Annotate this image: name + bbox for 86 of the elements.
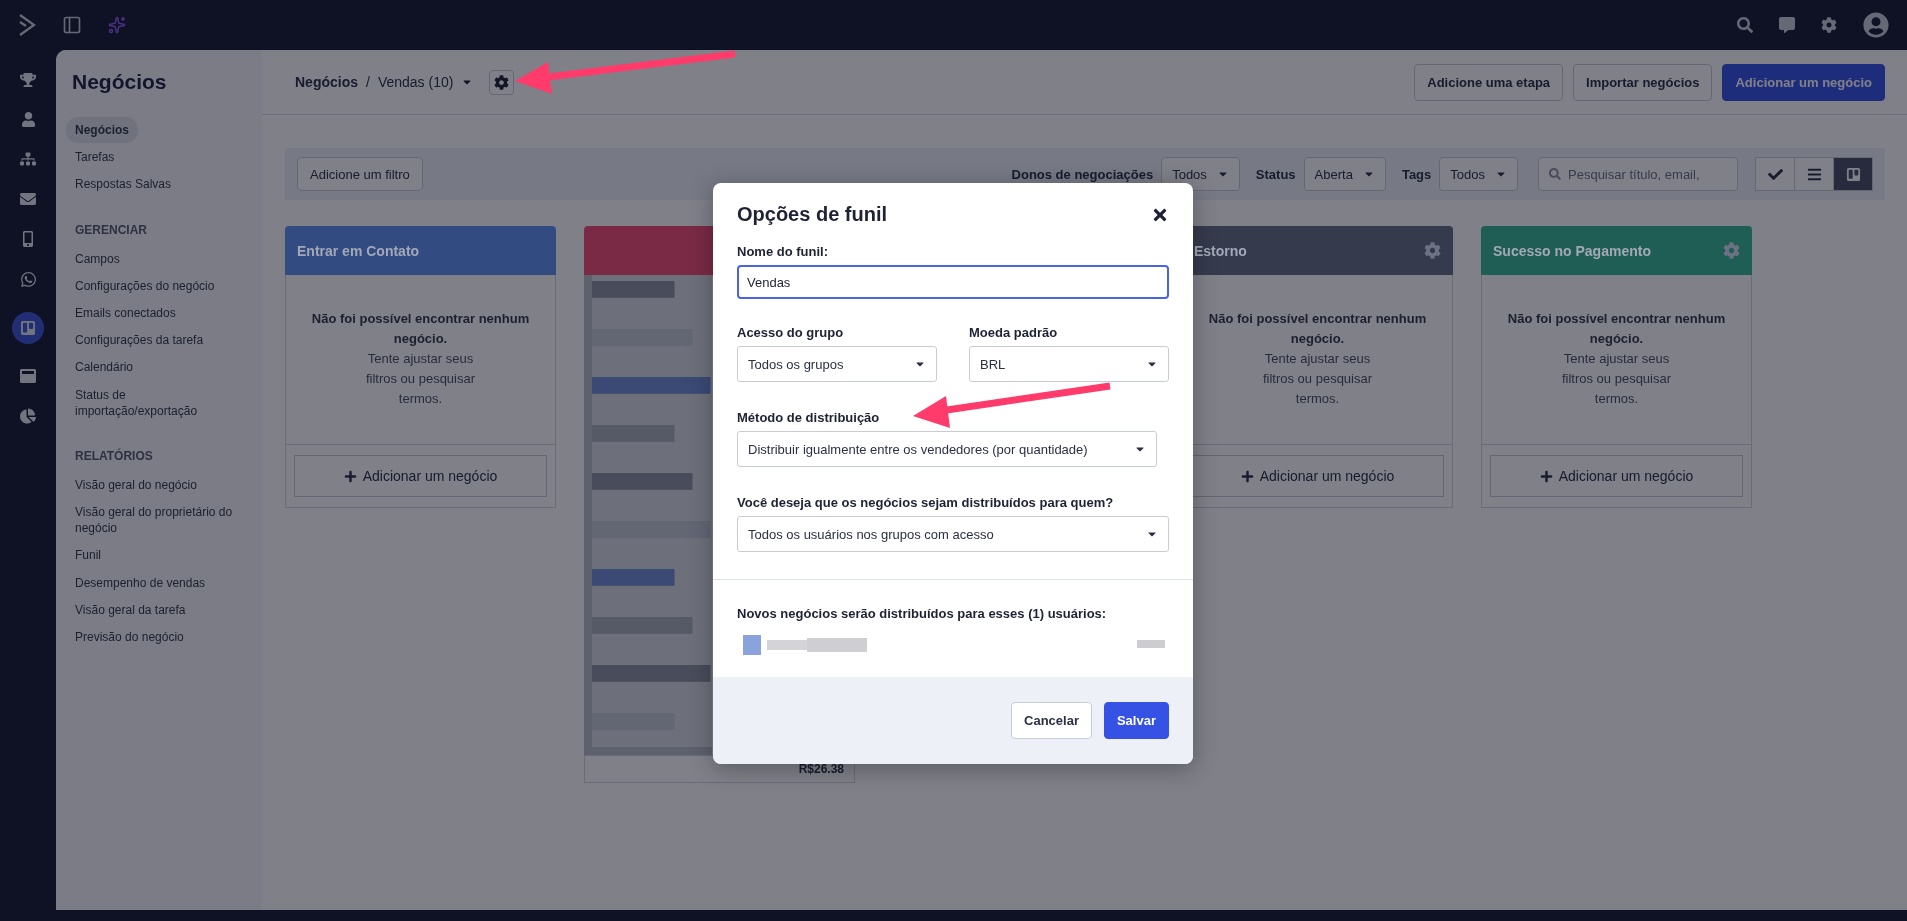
view-toggle[interactable] (1833, 157, 1873, 191)
trophy-icon[interactable] (20, 72, 36, 88)
sidebar-item[interactable]: Previsão do negócio (66, 624, 193, 651)
empty-hint: Tente ajustar seus filtros ou pesquisar termos. (1560, 350, 1673, 408)
sidebar-item[interactable]: Visão geral da tarefa (66, 596, 195, 623)
sidebar-item[interactable]: Visão geral do negócio (66, 471, 206, 499)
filter-label: Donos de negociações (1011, 166, 1154, 182)
add-deal-button[interactable]: Adicionar um negócio (1191, 455, 1444, 497)
plus-icon (1539, 469, 1553, 483)
sidebar-item[interactable]: Configurações da tarefa (66, 327, 213, 354)
breadcrumb-separator: / (366, 74, 370, 90)
header-button[interactable]: Adicionar um negócio (1722, 63, 1885, 101)
empty-title: Não foi possível encontrar nenhum negócio. (1207, 310, 1428, 348)
breadcrumb-link[interactable]: Negócios (295, 74, 358, 90)
settings-icon (494, 74, 510, 90)
sidebar-item[interactable]: Visão geral do proprietário do negócio (66, 499, 246, 542)
check-icon (1767, 166, 1783, 182)
sidebar-item[interactable]: Tarefas (66, 144, 124, 171)
phone-icon[interactable] (20, 231, 36, 247)
select-field[interactable]: Distribuir igualmente entre os vendedores (por quantidade) (737, 431, 1157, 467)
empty-title: Não foi possível encontrar nenhum negócio. (1506, 310, 1727, 348)
empty-hint: Tente ajustar seus filtros ou pesquisar termos. (1261, 350, 1374, 408)
sidebar-item[interactable]: Negócios (66, 117, 138, 144)
board-icon (1845, 166, 1861, 182)
settings-button[interactable] (489, 69, 515, 95)
header-button[interactable]: Importar negócios (1573, 63, 1713, 101)
sidebar-item[interactable]: Emails conectados (66, 299, 185, 327)
header-button[interactable]: Adicione uma etapa (1414, 63, 1564, 101)
select-field[interactable]: Todos os usuários nos grupos com acesso (737, 516, 1169, 552)
whatsapp-icon[interactable] (19, 271, 37, 288)
board-nav-button[interactable] (12, 312, 44, 344)
settings-icon[interactable] (1821, 17, 1837, 33)
chat-icon[interactable] (1779, 17, 1795, 33)
window-icon[interactable] (20, 368, 36, 384)
view-toggle[interactable] (1755, 157, 1795, 191)
column-header: Sucesso no Pagamento (1481, 226, 1752, 275)
field-label: Você deseja que os negócios sejam distribuídos para quem? (737, 495, 1115, 510)
search-field[interactable]: Pesquisar título, email, (1538, 157, 1738, 191)
plus-icon (1240, 469, 1254, 483)
settings-icon[interactable] (1424, 242, 1441, 259)
add-deal-button[interactable]: Adicionar um negócio (1490, 455, 1743, 497)
sidebar-title: Negócios (71, 70, 168, 95)
search-icon[interactable] (1737, 17, 1753, 33)
pie-chart-icon[interactable] (20, 408, 36, 424)
list-icon (1806, 166, 1822, 182)
select-field[interactable]: Todos os grupos (737, 346, 937, 382)
filter-label: Tags (1401, 166, 1432, 182)
section-heading: RELATÓRIOS (74, 447, 154, 465)
board-icon (20, 320, 36, 336)
filter-select[interactable]: Todos (1439, 157, 1518, 191)
select-field[interactable]: BRL (969, 346, 1169, 382)
field-label: Nome do funil: (737, 244, 829, 259)
add-filter-button[interactable]: Adicione um filtro (297, 157, 423, 191)
input-field[interactable]: Vendas (737, 265, 1169, 299)
view-toggle[interactable] (1794, 157, 1834, 191)
section-heading: GERENCIAR (74, 221, 148, 239)
sidebar-item[interactable]: Status de importação/exportação (66, 381, 246, 424)
field-label: Acesso do grupo (737, 325, 845, 340)
empty-hint: Tente ajustar seus filtros ou pesquisar termos. (364, 350, 477, 408)
filter-select[interactable]: Todos (1161, 157, 1240, 191)
sidebar-toggle-icon[interactable] (62, 15, 82, 35)
sitemap-icon[interactable] (20, 151, 36, 167)
sidebar-item[interactable]: Campos (66, 245, 129, 272)
sidebar-item[interactable]: Configurações do negócio (66, 272, 224, 299)
empty-title: Não foi possível encontrar nenhum negócio. (310, 310, 531, 348)
users-note: Novos negócios serão distribuídos para esses (1) usuários: (737, 606, 1108, 621)
user-icon[interactable] (20, 112, 36, 127)
add-deal-button[interactable]: Adicionar um negócio (294, 455, 547, 497)
plus-icon (343, 469, 357, 483)
field-label: Método de distribuição (737, 410, 881, 425)
column-header: Entrar em Contato (285, 226, 556, 275)
logo-icon[interactable] (18, 13, 36, 37)
filter-select[interactable]: Aberta (1303, 157, 1386, 191)
field-label: Moeda padrão (969, 325, 1059, 340)
sidebar-item[interactable]: Desempenho de vendas (66, 569, 215, 596)
filter-label: Status (1255, 166, 1296, 182)
mail-icon[interactable] (20, 191, 36, 207)
modal-title: Opções de funil (737, 203, 888, 226)
avatar-icon[interactable] (1863, 12, 1889, 38)
sidebar-item[interactable]: Respostas Salvas (66, 171, 181, 198)
pipeline-selector[interactable]: Vendas (10) (377, 74, 454, 90)
dialog-button[interactable]: Salvar (1103, 702, 1169, 739)
sidebar-item[interactable]: Funil (66, 542, 110, 569)
sidebar-item[interactable]: Calendário (66, 354, 143, 381)
dialog-button[interactable]: Cancelar (1011, 702, 1092, 739)
search-icon (1549, 168, 1561, 180)
